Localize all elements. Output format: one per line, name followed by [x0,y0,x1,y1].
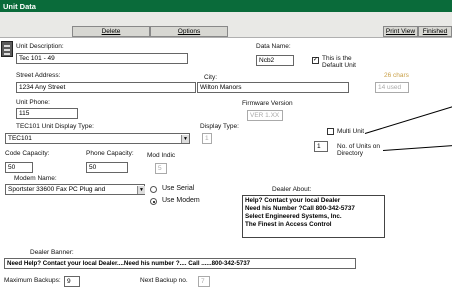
dealer-about-line: Need his Number ?Call 800-342-5737 [245,205,355,212]
unit-description-label: Unit Description: [16,43,64,50]
max-backups-label: Maximum Backups: [4,277,61,284]
phone-capacity-field[interactable]: 50 [86,162,128,173]
finished-button[interactable]: Finished [418,26,452,37]
dealer-about-textarea[interactable]: Help? Contact your local Dealer Need his… [242,195,385,238]
dealer-banner-field[interactable]: Need Help? Contact your local Dealer....… [4,258,356,269]
use-serial-radio[interactable] [150,186,157,193]
use-modem-radio[interactable] [150,198,157,205]
data-name-label: Data Name: [256,43,291,50]
unit-data-window: Unit Data Delete Options Print View Fini… [0,0,452,308]
options-button[interactable]: Options [150,26,228,37]
units-on-directory-label: No. of Units on Directory [337,143,380,157]
data-name-field[interactable]: Ncb2 [256,55,294,66]
city-field[interactable]: Wilton Manors [197,82,349,93]
print-view-button[interactable]: Print View [383,26,418,37]
chevron-down-icon[interactable]: ▼ [181,134,189,143]
dealer-about-line: The Finest in Access Control [245,221,332,228]
next-backup-field: 7 [198,276,210,287]
delete-button[interactable]: Delete [72,26,150,37]
dealer-about-label: Dealer About: [272,186,312,193]
max-backups-field[interactable]: 9 [64,276,80,287]
use-modem-label: Use Modem [162,197,200,204]
default-unit-checkbox[interactable]: ✓ [312,57,319,64]
callout-line [364,103,452,134]
toolbar: Delete Options Print View Finished [0,12,452,38]
callout-line [382,144,452,151]
chevron-down-icon[interactable]: ▼ [137,185,145,194]
code-capacity-label: Code Capacity: [5,150,50,157]
units-on-directory-field[interactable]: 1 [314,141,328,152]
record-selector-icon[interactable] [1,41,13,57]
chars-count-label: 26 chars [384,72,409,79]
display-type-short-field: 1 [202,133,212,144]
dealer-banner-label: Dealer Banner: [30,249,74,256]
firmware-version-label: Firmware Version [242,100,293,107]
street-address-field[interactable]: 1234 Any Street [16,82,196,93]
code-capacity-field[interactable]: 50 [5,162,33,173]
city-label: City: [204,74,217,81]
display-type-value: TEC101 [8,135,32,142]
modem-name-label: Modem Name: [14,175,57,182]
phone-capacity-label: Phone Capacity: [86,150,134,157]
mod-indic-label: Mod Indic [147,152,176,159]
modem-name-value: Sportster 33600 Fax PC Plug and [8,186,106,193]
display-type-label: TEC101 Unit Display Type: [16,123,94,130]
modem-name-select[interactable]: Sportster 33600 Fax PC Plug and [5,184,145,195]
default-unit-label: This is the Default Unit [322,55,356,69]
unit-description-field[interactable]: Tec 101 - 49 [16,53,188,64]
multi-unit-checkbox[interactable] [327,128,334,135]
next-backup-label: Next Backup no. [140,277,188,284]
display-type-select[interactable]: TEC101 [5,133,190,144]
street-address-label: Street Address: [16,72,61,79]
firmware-version-field: VER 1.XX [247,110,283,121]
window-title: Unit Data [0,0,452,12]
unit-phone-field[interactable]: 115 [16,108,78,119]
dealer-about-line: Select Engineered Systems, Inc. [245,213,342,220]
chars-used-field: 14 used [375,82,409,93]
dealer-about-line: Help? Contact your local Dealer [245,197,341,204]
display-type-short-label: Display Type: [200,123,239,130]
mod-indic-field: 5 [155,163,167,174]
multi-unit-label: Multi Unit [337,128,365,135]
unit-phone-label: Unit Phone: [16,99,50,106]
use-serial-label: Use Serial [162,185,195,192]
